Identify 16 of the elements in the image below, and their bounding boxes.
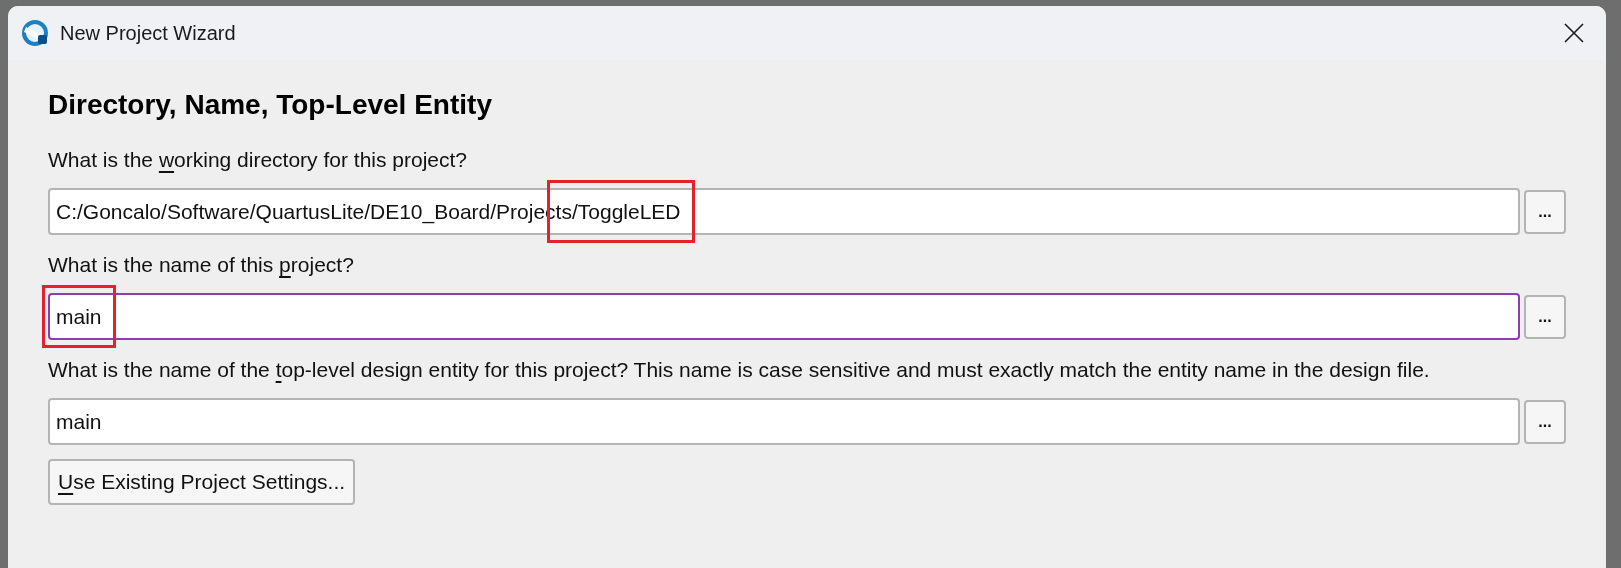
field-value: s/ToggleLED [561,198,681,223]
browse-button[interactable]: ... [1524,294,1566,339]
browse-button[interactable]: ... [1524,189,1566,234]
text-field[interactable]: main [48,398,1520,445]
app-logo-icon [20,18,50,48]
text-field[interactable]: main [48,293,1520,340]
field-value: main [56,408,102,435]
window-title: New Project Wizard [60,21,236,46]
use-existing-settings-button[interactable]: Use Existing Project Settings... [48,459,356,505]
page-heading: Directory, Name, Top-Level Entity [48,88,493,122]
browse-button[interactable]: ... [1524,399,1566,444]
field-label: What is the name of this project? [48,253,354,276]
field-label: What is the working directory for this project? [48,148,468,171]
close-icon [1563,22,1585,44]
field-label: What is the name of the top-level design entity for this project? This name is case sensitive and must exactly match the entity name in the design file. [48,358,1430,381]
field-value: main [56,303,102,330]
